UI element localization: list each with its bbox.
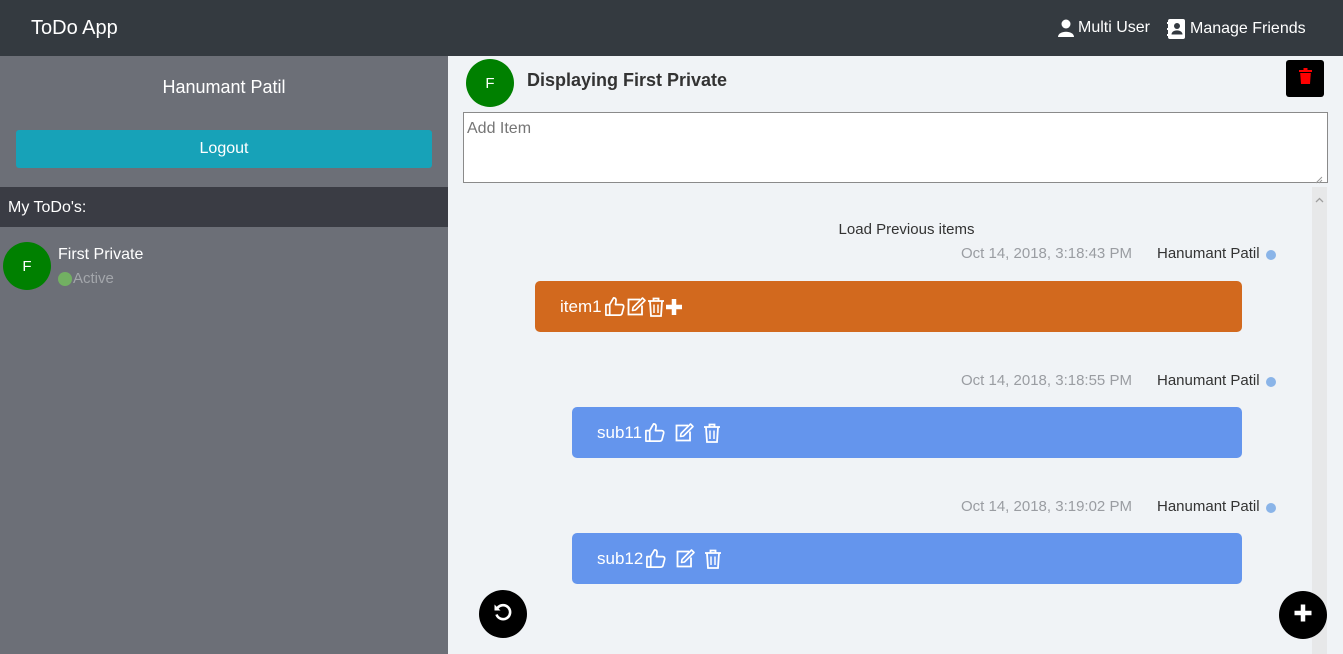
main-panel: F Displaying First Private Load Previous… xyxy=(448,56,1343,654)
delete-icon[interactable] xyxy=(703,423,721,443)
load-previous-link[interactable]: Load Previous items xyxy=(448,221,1343,238)
manage-friends-link[interactable]: Manage Friends xyxy=(1167,19,1306,39)
todo-list-item[interactable]: F First Private Active xyxy=(0,237,448,297)
todo-entry: sub11 xyxy=(572,407,1242,458)
sidebar: Hanumant Patil Logout My ToDo's: F First… xyxy=(0,56,448,654)
item-timestamp: Oct 14, 2018, 3:18:55 PM xyxy=(961,372,1132,389)
multi-user-label: Multi User xyxy=(1078,19,1151,36)
todo-status: Active xyxy=(58,270,114,287)
status-dot-icon xyxy=(58,271,72,286)
item-author: Hanumant Patil xyxy=(1157,245,1260,262)
like-icon[interactable] xyxy=(645,548,666,569)
item-text: sub12 xyxy=(597,548,644,568)
item-meta: Oct 14, 2018, 3:18:55 PM Hanumant Patil xyxy=(448,372,1288,392)
todo-header-avatar: F xyxy=(466,59,514,107)
item-meta: Oct 14, 2018, 3:19:02 PM Hanumant Patil xyxy=(448,498,1288,518)
author-dot-icon xyxy=(1266,503,1276,513)
add-sub-item-icon[interactable] xyxy=(665,298,683,316)
user-name: Hanumant Patil xyxy=(162,77,286,97)
multi-user-link[interactable]: Multi User xyxy=(1058,19,1150,37)
top-navbar: ToDo App Multi User Manage Friends xyxy=(0,0,1343,56)
edit-icon[interactable] xyxy=(625,296,647,317)
item-author: Hanumant Patil xyxy=(1157,372,1260,389)
todo-status-label: Active xyxy=(73,270,114,287)
author-dot-icon xyxy=(1266,250,1276,260)
page-title: Displaying First Private xyxy=(527,70,728,90)
item-timestamp: Oct 14, 2018, 3:19:02 PM xyxy=(961,498,1132,515)
item-author: Hanumant Patil xyxy=(1157,498,1260,515)
edit-icon[interactable] xyxy=(674,548,696,569)
app-brand[interactable]: ToDo App xyxy=(31,17,118,40)
author-dot-icon xyxy=(1266,377,1276,387)
add-button[interactable] xyxy=(1279,591,1327,639)
todo-name: First Private xyxy=(58,246,144,263)
refresh-button[interactable] xyxy=(479,590,527,638)
delete-todo-button[interactable] xyxy=(1286,60,1324,97)
item-timestamp: Oct 14, 2018, 3:18:43 PM xyxy=(961,245,1132,262)
plus-icon xyxy=(1293,603,1313,628)
logout-button[interactable]: Logout xyxy=(16,130,432,168)
trash-icon xyxy=(1298,68,1312,89)
delete-icon[interactable] xyxy=(704,549,722,569)
like-icon[interactable] xyxy=(644,422,665,443)
todo-avatar: F xyxy=(3,242,51,290)
todo-entry: item1 xyxy=(535,281,1242,332)
like-icon[interactable] xyxy=(604,296,625,317)
item-meta: Oct 14, 2018, 3:18:43 PM Hanumant Patil xyxy=(448,245,1288,265)
scrollbar[interactable] xyxy=(1312,187,1327,654)
item-text: sub11 xyxy=(597,422,643,442)
item-text: item1 xyxy=(560,296,602,316)
my-todos-header: My ToDo's: xyxy=(0,187,448,227)
delete-icon[interactable] xyxy=(647,297,665,317)
todo-entry: sub12 xyxy=(572,533,1242,584)
user-icon xyxy=(1058,19,1074,37)
undo-refresh-icon xyxy=(492,601,514,628)
contact-book-icon xyxy=(1167,19,1186,39)
manage-friends-label: Manage Friends xyxy=(1190,20,1306,37)
add-item-input[interactable] xyxy=(463,112,1328,183)
scroll-up-arrow-icon[interactable] xyxy=(1315,190,1324,208)
edit-icon[interactable] xyxy=(673,422,695,443)
